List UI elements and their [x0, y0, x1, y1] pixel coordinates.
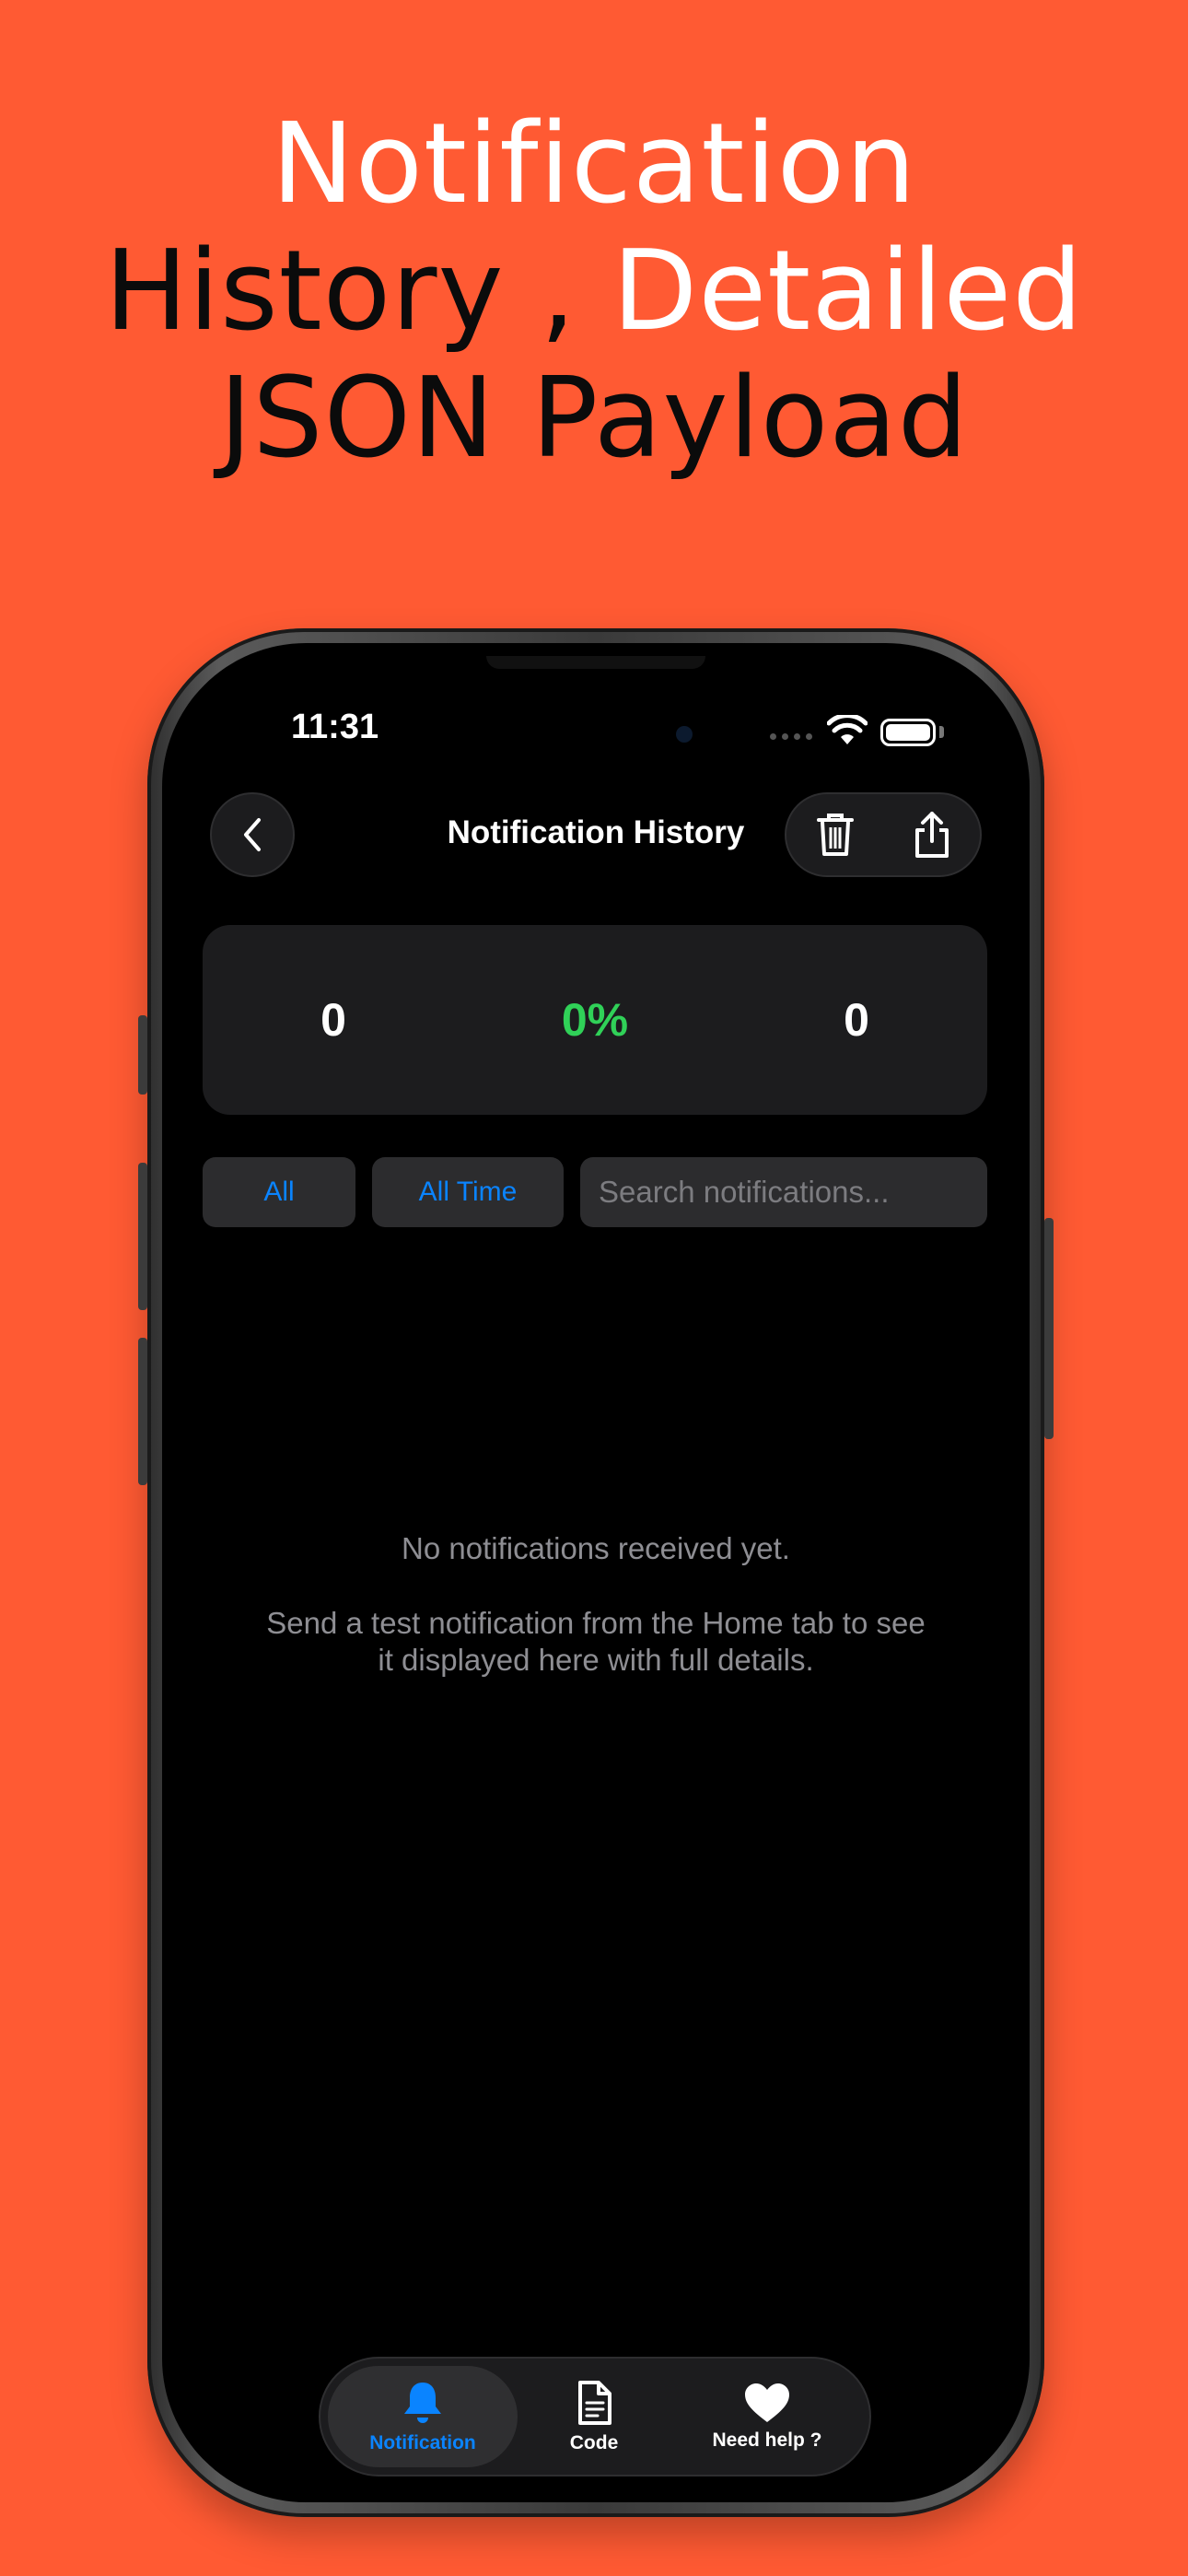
- filter-row: All All Time: [203, 1157, 987, 1227]
- action-button: [138, 1015, 147, 1095]
- headline-line-2: History , Detailed: [0, 228, 1188, 356]
- headline-line-2-black: History ,: [104, 228, 612, 356]
- tab-notification[interactable]: Notification: [328, 2366, 518, 2467]
- phone-screen: 11:31 Notification History 0 0% 0 All Al…: [162, 643, 1030, 2502]
- tab-label-notification: Notification: [369, 2432, 476, 2453]
- empty-state-title: No notifications received yet.: [402, 1531, 790, 1565]
- power-button: [1044, 1218, 1054, 1439]
- stat-total: 0: [320, 994, 346, 1046]
- dynamic-island: [486, 656, 705, 669]
- battery-nub: [939, 726, 944, 738]
- wifi-icon: [827, 715, 868, 744]
- share-icon[interactable]: [912, 810, 952, 860]
- trash-icon[interactable]: [815, 811, 856, 859]
- headline-line-3: JSON Payload: [219, 355, 969, 483]
- heart-icon: [745, 2383, 789, 2422]
- volume-down-button: [138, 1338, 147, 1485]
- tab-label-code: Code: [569, 2432, 619, 2453]
- stat-percentage: 0%: [561, 994, 629, 1046]
- document-icon: [578, 2381, 611, 2425]
- marketing-headline: Notification History , Detailed JSON Pay…: [0, 101, 1188, 483]
- headline-line-2-white: Detailed: [611, 228, 1084, 356]
- search-input[interactable]: [580, 1157, 987, 1227]
- volume-up-button: [138, 1163, 147, 1310]
- stat-count: 0: [844, 994, 869, 1046]
- tab-need-help[interactable]: Need help ?: [672, 2366, 862, 2467]
- tab-bar: Notification Code Need help ?: [319, 2357, 871, 2476]
- tab-code[interactable]: Code: [499, 2366, 689, 2467]
- status-time: 11:31: [291, 708, 379, 746]
- cellular-signal-icon: [770, 733, 812, 740]
- bell-icon: [404, 2383, 441, 2423]
- stats-card: 0 0% 0: [203, 925, 987, 1115]
- nav-action-group: [785, 792, 982, 877]
- type-filter-button[interactable]: All: [203, 1157, 355, 1227]
- time-filter-button[interactable]: All Time: [372, 1157, 564, 1227]
- empty-state-description: Send a test notification from the Home t…: [266, 1606, 926, 1677]
- phone-frame: 11:31 Notification History 0 0% 0 All Al…: [138, 628, 1054, 2517]
- camera-indicator: [676, 726, 693, 743]
- headline-line-1: Notification: [271, 100, 917, 228]
- battery-icon: [880, 719, 936, 746]
- tab-label-need-help: Need help ?: [712, 2430, 822, 2451]
